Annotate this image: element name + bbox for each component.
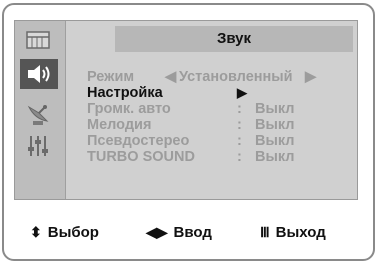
settings-sliders-icon <box>28 136 48 156</box>
osd-footer-hints: ⬍ Выбор ◀▶ Ввод Ⅲ Выход <box>0 210 379 250</box>
setup-label: Настройка <box>87 85 163 101</box>
menu-row-label: Громк. авто <box>87 101 171 117</box>
menu-row-value: Выкл <box>255 149 295 165</box>
menu-row-colon: : <box>237 117 242 133</box>
menu-row-label: Псевдостерео <box>87 133 190 149</box>
hint-enter: ◀▶ Ввод <box>146 224 212 241</box>
menu-row-value: Выкл <box>255 133 295 149</box>
mode-right-arrow-icon[interactable]: ▶ <box>305 69 316 85</box>
mode-value: Установленный <box>179 69 293 85</box>
hint-select-label: Выбор <box>47 224 99 241</box>
left-right-arrow-icon: ◀▶ <box>146 224 168 240</box>
hint-exit-label: Выход <box>275 224 326 241</box>
osd-sidebar <box>15 21 66 199</box>
speaker-icon <box>28 65 50 83</box>
picture-icon <box>26 31 50 49</box>
menu-row-label: TURBO SOUND <box>87 149 195 165</box>
sidebar-item-channel[interactable] <box>21 99 55 129</box>
hint-select: ⬍ Выбор <box>30 224 99 241</box>
sidebar-item-setup[interactable] <box>21 131 55 161</box>
osd-menu-panel: Звук Режим ◀ Установленный ▶ Настройка ▶… <box>14 20 358 200</box>
osd-header-title: Звук <box>115 26 353 52</box>
sidebar-item-sound[interactable] <box>20 59 58 89</box>
hint-exit: Ⅲ Выход <box>260 224 326 241</box>
mode-left-arrow-icon[interactable]: ◀ <box>165 69 176 85</box>
up-down-arrow-icon: ⬍ <box>30 224 42 240</box>
mode-label: Режим <box>87 69 135 85</box>
hint-enter-label: Ввод <box>173 224 212 241</box>
sidebar-item-picture[interactable] <box>21 25 55 55</box>
menu-row-value: Выкл <box>255 117 295 133</box>
menu-row-value: Выкл <box>255 101 295 117</box>
menu-exit-icon: Ⅲ <box>260 224 270 240</box>
menu-row-label: Мелодия <box>87 117 152 133</box>
setup-enter-arrow-icon: ▶ <box>237 85 247 100</box>
menu-row-colon: : <box>237 101 242 117</box>
antenna-icon <box>27 105 49 125</box>
menu-row-colon: : <box>237 133 242 149</box>
menu-row-colon: : <box>237 149 242 165</box>
